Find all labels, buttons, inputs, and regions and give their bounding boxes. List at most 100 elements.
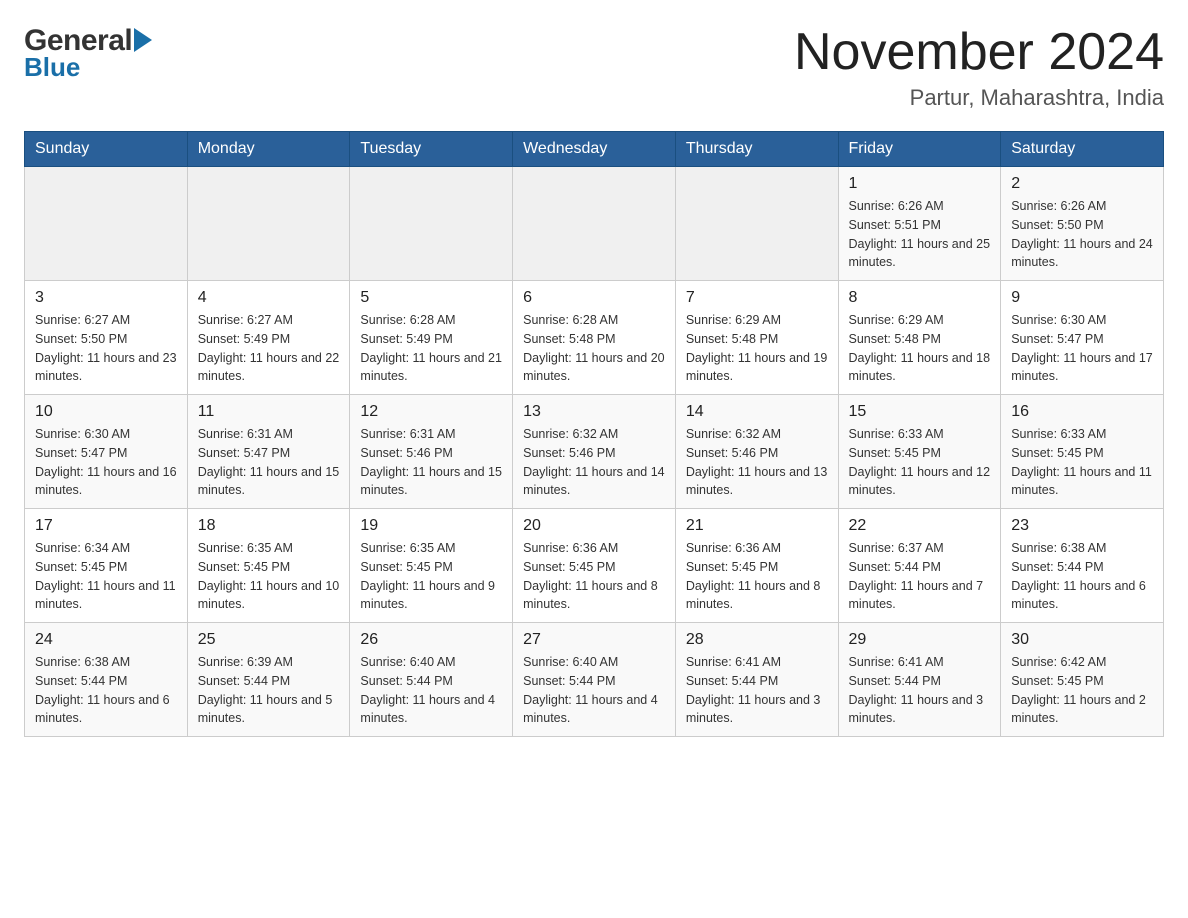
calendar-day-cell: 10 Sunrise: 6:30 AMSunset: 5:47 PMDayligh…	[25, 395, 188, 509]
day-info: Sunrise: 6:33 AMSunset: 5:45 PMDaylight:…	[1011, 425, 1153, 500]
day-number: 23	[1011, 517, 1153, 535]
calendar-day-cell: 15 Sunrise: 6:33 AMSunset: 5:45 PMDayligh…	[838, 395, 1001, 509]
calendar-day-cell: 7 Sunrise: 6:29 AMSunset: 5:48 PMDaylight…	[675, 281, 838, 395]
calendar-week-row: 17Sunrise: 6:34 AMSunset: 5:45 PMDayligh…	[25, 509, 1164, 623]
day-info: Sunrise: 6:31 AMSunset: 5:47 PMDaylight:…	[198, 425, 340, 500]
day-info: Sunrise: 6:42 AMSunset: 5:45 PMDaylight:…	[1011, 653, 1153, 728]
day-number: 18	[198, 517, 340, 535]
calendar-day-cell: 2 Sunrise: 6:26 AMSunset: 5:50 PMDaylight…	[1001, 167, 1164, 281]
day-info: Sunrise: 6:30 AMSunset: 5:47 PMDaylight:…	[1011, 311, 1153, 386]
day-info: Sunrise: 6:30 AMSunset: 5:47 PMDaylight:…	[35, 425, 177, 500]
day-number: 16	[1011, 403, 1153, 421]
day-info: Sunrise: 6:41 AMSunset: 5:44 PMDaylight:…	[686, 653, 828, 728]
calendar-day-cell: 21Sunrise: 6:36 AMSunset: 5:45 PMDayligh…	[675, 509, 838, 623]
day-number: 19	[360, 517, 502, 535]
header-sunday: Sunday	[25, 132, 188, 167]
calendar-table: Sunday Monday Tuesday Wednesday Thursday…	[24, 131, 1164, 737]
day-number: 15	[849, 403, 991, 421]
day-info: Sunrise: 6:40 AMSunset: 5:44 PMDaylight:…	[360, 653, 502, 728]
calendar-week-row: 10 Sunrise: 6:30 AMSunset: 5:47 PMDayligh…	[25, 395, 1164, 509]
day-number: 10	[35, 403, 177, 421]
day-number: 28	[686, 631, 828, 649]
day-number: 4	[198, 289, 340, 307]
title-area: November 2024 Partur, Maharashtra, India	[794, 24, 1164, 111]
logo-arrow-icon	[134, 28, 152, 52]
calendar-day-cell	[350, 167, 513, 281]
day-info: Sunrise: 6:40 AMSunset: 5:44 PMDaylight:…	[523, 653, 665, 728]
day-info: Sunrise: 6:32 AMSunset: 5:46 PMDaylight:…	[686, 425, 828, 500]
header-thursday: Thursday	[675, 132, 838, 167]
day-number: 5	[360, 289, 502, 307]
day-info: Sunrise: 6:38 AMSunset: 5:44 PMDaylight:…	[1011, 539, 1153, 614]
calendar-day-cell: 1Sunrise: 6:26 AMSunset: 5:51 PMDaylight…	[838, 167, 1001, 281]
day-info: Sunrise: 6:37 AMSunset: 5:44 PMDaylight:…	[849, 539, 991, 614]
day-number: 26	[360, 631, 502, 649]
calendar-day-cell: 26 Sunrise: 6:40 AMSunset: 5:44 PMDayligh…	[350, 623, 513, 737]
calendar-day-cell: 17Sunrise: 6:34 AMSunset: 5:45 PMDayligh…	[25, 509, 188, 623]
day-number: 7	[686, 289, 828, 307]
day-number: 20	[523, 517, 665, 535]
day-info: Sunrise: 6:36 AMSunset: 5:45 PMDaylight:…	[686, 539, 828, 614]
day-info: Sunrise: 6:41 AMSunset: 5:44 PMDaylight:…	[849, 653, 991, 728]
page-header: General Blue November 2024 Partur, Mahar…	[24, 24, 1164, 111]
day-info: Sunrise: 6:28 AMSunset: 5:48 PMDaylight:…	[523, 311, 665, 386]
day-info: Sunrise: 6:32 AMSunset: 5:46 PMDaylight:…	[523, 425, 665, 500]
day-info: Sunrise: 6:27 AMSunset: 5:50 PMDaylight:…	[35, 311, 177, 386]
calendar-day-cell: 9 Sunrise: 6:30 AMSunset: 5:47 PMDaylight…	[1001, 281, 1164, 395]
calendar-week-row: 1Sunrise: 6:26 AMSunset: 5:51 PMDaylight…	[25, 167, 1164, 281]
calendar-day-cell: 27Sunrise: 6:40 AMSunset: 5:44 PMDayligh…	[513, 623, 676, 737]
day-number: 25	[198, 631, 340, 649]
calendar-day-cell: 13 Sunrise: 6:32 AMSunset: 5:46 PMDayligh…	[513, 395, 676, 509]
calendar-day-cell	[513, 167, 676, 281]
calendar-day-cell: 3 Sunrise: 6:27 AMSunset: 5:50 PMDaylight…	[25, 281, 188, 395]
calendar-day-cell: 19 Sunrise: 6:35 AMSunset: 5:45 PMDayligh…	[350, 509, 513, 623]
calendar-day-cell: 24Sunrise: 6:38 AMSunset: 5:44 PMDayligh…	[25, 623, 188, 737]
header-friday: Friday	[838, 132, 1001, 167]
day-number: 11	[198, 403, 340, 421]
calendar-day-cell: 18Sunrise: 6:35 AMSunset: 5:45 PMDayligh…	[187, 509, 350, 623]
day-info: Sunrise: 6:36 AMSunset: 5:45 PMDaylight:…	[523, 539, 665, 614]
calendar-day-cell: 8Sunrise: 6:29 AMSunset: 5:48 PMDaylight…	[838, 281, 1001, 395]
day-info: Sunrise: 6:35 AMSunset: 5:45 PMDaylight:…	[360, 539, 502, 614]
day-info: Sunrise: 6:29 AMSunset: 5:48 PMDaylight:…	[686, 311, 828, 386]
day-number: 9	[1011, 289, 1153, 307]
calendar-day-cell: 6 Sunrise: 6:28 AMSunset: 5:48 PMDaylight…	[513, 281, 676, 395]
day-number: 2	[1011, 175, 1153, 193]
day-number: 12	[360, 403, 502, 421]
calendar-day-cell: 22Sunrise: 6:37 AMSunset: 5:44 PMDayligh…	[838, 509, 1001, 623]
day-number: 14	[686, 403, 828, 421]
calendar-day-cell	[25, 167, 188, 281]
day-info: Sunrise: 6:34 AMSunset: 5:45 PMDaylight:…	[35, 539, 177, 614]
day-number: 3	[35, 289, 177, 307]
day-info: Sunrise: 6:38 AMSunset: 5:44 PMDaylight:…	[35, 653, 177, 728]
header-saturday: Saturday	[1001, 132, 1164, 167]
month-year-title: November 2024	[794, 24, 1164, 81]
calendar-week-row: 3 Sunrise: 6:27 AMSunset: 5:50 PMDaylight…	[25, 281, 1164, 395]
calendar-day-cell: 14 Sunrise: 6:32 AMSunset: 5:46 PMDayligh…	[675, 395, 838, 509]
day-number: 1	[849, 175, 991, 193]
day-info: Sunrise: 6:31 AMSunset: 5:46 PMDaylight:…	[360, 425, 502, 500]
calendar-day-cell: 23 Sunrise: 6:38 AMSunset: 5:44 PMDayligh…	[1001, 509, 1164, 623]
calendar-day-cell: 29 Sunrise: 6:41 AMSunset: 5:44 PMDayligh…	[838, 623, 1001, 737]
calendar-day-cell: 4Sunrise: 6:27 AMSunset: 5:49 PMDaylight…	[187, 281, 350, 395]
calendar-day-cell	[675, 167, 838, 281]
day-info: Sunrise: 6:33 AMSunset: 5:45 PMDaylight:…	[849, 425, 991, 500]
calendar-week-row: 24Sunrise: 6:38 AMSunset: 5:44 PMDayligh…	[25, 623, 1164, 737]
logo: General Blue	[24, 24, 152, 83]
calendar-day-cell: 12 Sunrise: 6:31 AMSunset: 5:46 PMDayligh…	[350, 395, 513, 509]
calendar-day-cell: 16 Sunrise: 6:33 AMSunset: 5:45 PMDayligh…	[1001, 395, 1164, 509]
day-number: 6	[523, 289, 665, 307]
day-number: 29	[849, 631, 991, 649]
day-info: Sunrise: 6:26 AMSunset: 5:50 PMDaylight:…	[1011, 197, 1153, 272]
calendar-day-cell	[187, 167, 350, 281]
day-number: 13	[523, 403, 665, 421]
day-info: Sunrise: 6:39 AMSunset: 5:44 PMDaylight:…	[198, 653, 340, 728]
calendar-day-cell: 11 Sunrise: 6:31 AMSunset: 5:47 PMDayligh…	[187, 395, 350, 509]
calendar-header-row: Sunday Monday Tuesday Wednesday Thursday…	[25, 132, 1164, 167]
header-tuesday: Tuesday	[350, 132, 513, 167]
header-wednesday: Wednesday	[513, 132, 676, 167]
location-subtitle: Partur, Maharashtra, India	[794, 85, 1164, 111]
day-number: 30	[1011, 631, 1153, 649]
day-info: Sunrise: 6:28 AMSunset: 5:49 PMDaylight:…	[360, 311, 502, 386]
calendar-day-cell: 20 Sunrise: 6:36 AMSunset: 5:45 PMDayligh…	[513, 509, 676, 623]
